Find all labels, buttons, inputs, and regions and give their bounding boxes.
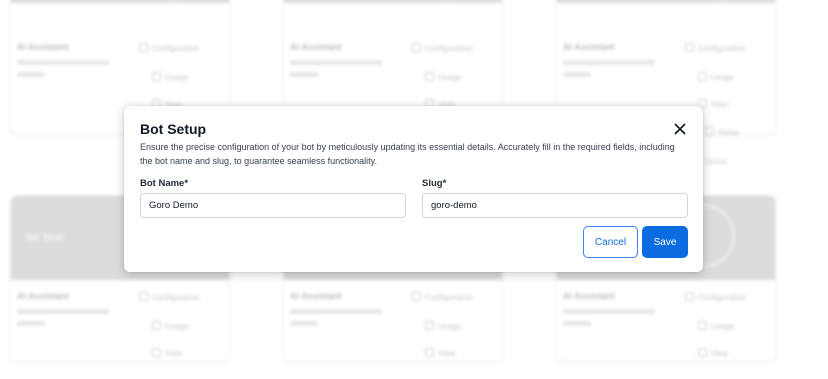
cancel-button[interactable]: Cancel bbox=[583, 226, 638, 258]
bot-name-label: Bot Name* bbox=[140, 178, 189, 189]
save-button[interactable]: Save bbox=[642, 226, 688, 258]
bot-setup-modal: Bot Setup Ensure the precise configurati… bbox=[124, 106, 703, 272]
slug-label: Slug* bbox=[422, 178, 447, 189]
modal-title: Bot Setup bbox=[140, 121, 207, 137]
modal-description: Ensure the precise configuration of your… bbox=[140, 142, 675, 166]
close-button[interactable] bbox=[671, 120, 689, 138]
slug-input[interactable] bbox=[422, 193, 688, 218]
close-icon bbox=[674, 123, 686, 135]
bot-name-input[interactable] bbox=[140, 193, 406, 218]
